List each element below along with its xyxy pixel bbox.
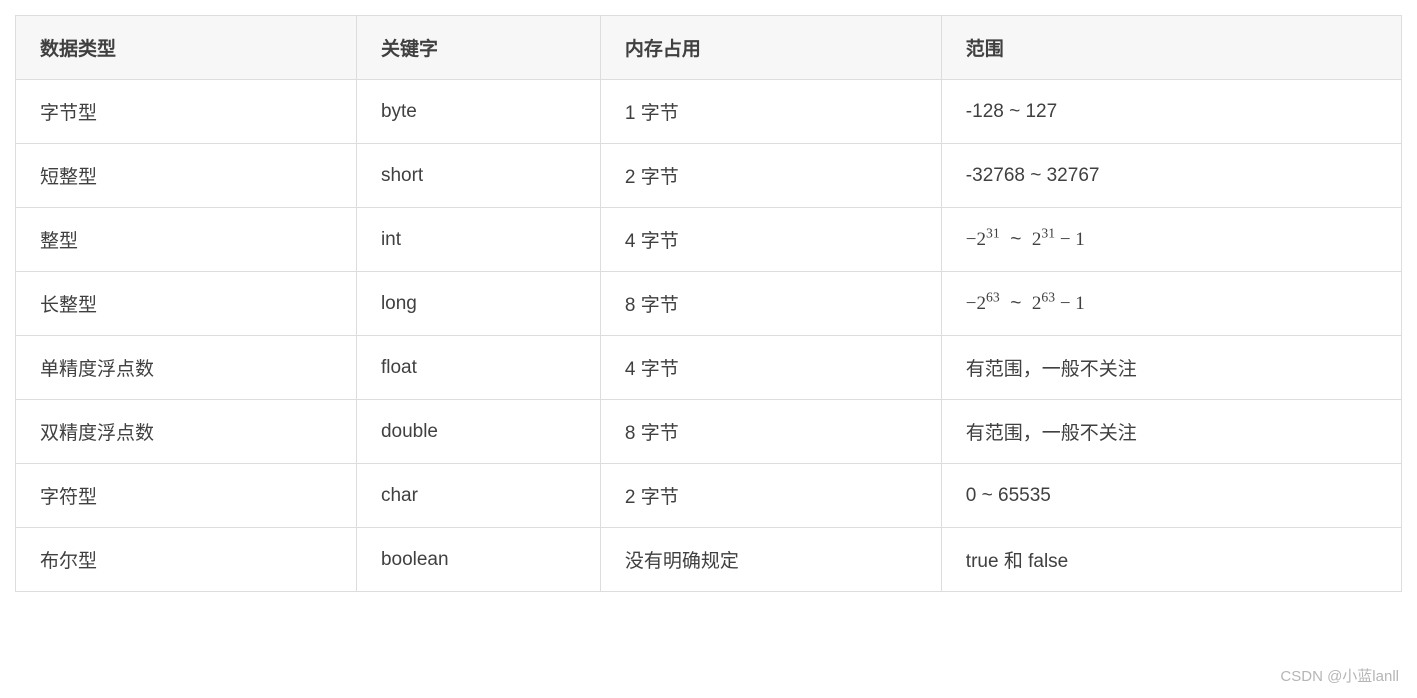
cell-type: 字符型 <box>16 464 357 528</box>
data-types-table-wrapper: 数据类型 关键字 内存占用 范围 字节型byte1 字节-128 ~ 127短整… <box>15 15 1402 592</box>
cell-keyword: long <box>356 272 600 336</box>
cell-keyword: short <box>356 144 600 208</box>
col-header-range: 范围 <box>941 16 1401 80</box>
cell-type: 单精度浮点数 <box>16 336 357 400</box>
cell-range: true 和 false <box>941 528 1401 592</box>
table-row: 双精度浮点数double8 字节有范围，一般不关注 <box>16 400 1402 464</box>
cell-type: 布尔型 <box>16 528 357 592</box>
cell-keyword: int <box>356 208 600 272</box>
cell-memory: 8 字节 <box>600 400 941 464</box>
cell-keyword: double <box>356 400 600 464</box>
table-row: 整型int4 字节−231 ~ 231 − 1 <box>16 208 1402 272</box>
table-body: 字节型byte1 字节-128 ~ 127短整型short2 字节-32768 … <box>16 80 1402 592</box>
cell-memory: 2 字节 <box>600 144 941 208</box>
cell-memory: 4 字节 <box>600 336 941 400</box>
data-types-table: 数据类型 关键字 内存占用 范围 字节型byte1 字节-128 ~ 127短整… <box>15 15 1402 592</box>
col-header-type: 数据类型 <box>16 16 357 80</box>
cell-memory: 8 字节 <box>600 272 941 336</box>
cell-keyword: char <box>356 464 600 528</box>
cell-range: −263 ~ 263 − 1 <box>941 272 1401 336</box>
table-row: 字节型byte1 字节-128 ~ 127 <box>16 80 1402 144</box>
cell-type: 长整型 <box>16 272 357 336</box>
cell-type: 双精度浮点数 <box>16 400 357 464</box>
table-row: 布尔型boolean没有明确规定true 和 false <box>16 528 1402 592</box>
table-row: 单精度浮点数float4 字节有范围，一般不关注 <box>16 336 1402 400</box>
cell-range: −231 ~ 231 − 1 <box>941 208 1401 272</box>
watermark: CSDN @小蓝lanll <box>1280 665 1399 686</box>
table-row: 长整型long8 字节−263 ~ 263 − 1 <box>16 272 1402 336</box>
cell-range: 0 ~ 65535 <box>941 464 1401 528</box>
cell-range: 有范围，一般不关注 <box>941 400 1401 464</box>
cell-type: 短整型 <box>16 144 357 208</box>
table-row: 字符型char2 字节0 ~ 65535 <box>16 464 1402 528</box>
table-header: 数据类型 关键字 内存占用 范围 <box>16 16 1402 80</box>
col-header-memory: 内存占用 <box>600 16 941 80</box>
table-row: 短整型short2 字节-32768 ~ 32767 <box>16 144 1402 208</box>
cell-memory: 1 字节 <box>600 80 941 144</box>
table-header-row: 数据类型 关键字 内存占用 范围 <box>16 16 1402 80</box>
cell-memory: 4 字节 <box>600 208 941 272</box>
cell-memory: 2 字节 <box>600 464 941 528</box>
cell-range: -32768 ~ 32767 <box>941 144 1401 208</box>
cell-keyword: byte <box>356 80 600 144</box>
cell-keyword: boolean <box>356 528 600 592</box>
cell-type: 整型 <box>16 208 357 272</box>
cell-type: 字节型 <box>16 80 357 144</box>
cell-range: -128 ~ 127 <box>941 80 1401 144</box>
cell-range: 有范围，一般不关注 <box>941 336 1401 400</box>
col-header-keyword: 关键字 <box>356 16 600 80</box>
cell-keyword: float <box>356 336 600 400</box>
cell-memory: 没有明确规定 <box>600 528 941 592</box>
